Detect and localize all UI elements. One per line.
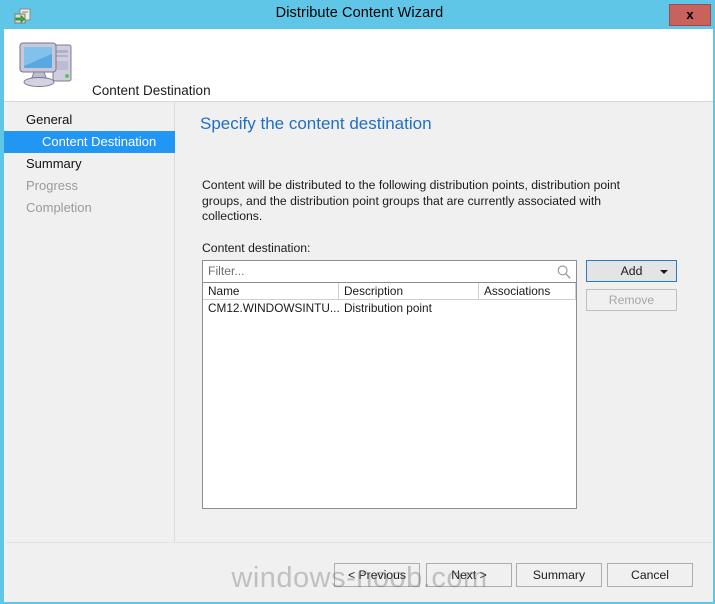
wizard-header: Content Destination — [4, 29, 715, 102]
wizard-footer: < Previous Next > Summary Cancel — [6, 542, 715, 602]
previous-button[interactable]: < Previous — [334, 563, 420, 587]
sidebar-item-general[interactable]: General — [4, 109, 175, 131]
wizard-body: General Content Destination Summary Prog… — [4, 102, 715, 602]
cancel-button[interactable]: Cancel — [607, 563, 693, 587]
sidebar-item-label: General — [4, 112, 72, 127]
next-button[interactable]: Next > — [426, 563, 512, 587]
search-icon — [556, 264, 572, 280]
content-pane: Specify the content destination Content … — [176, 102, 715, 602]
column-header-description[interactable]: Description — [339, 283, 479, 299]
sidebar-item-summary[interactable]: Summary — [4, 153, 175, 175]
window-title: Distribute Content Wizard — [2, 5, 715, 21]
summary-button[interactable]: Summary — [516, 563, 602, 587]
title-bar: Distribute Content Wizard x — [2, 2, 715, 29]
close-button[interactable]: x — [669, 4, 711, 26]
add-button-label: Add — [621, 264, 643, 278]
distribute-content-wizard-window: Distribute Content Wizard x Content Dest… — [0, 0, 715, 604]
sidebar-item-content-destination[interactable]: Content Destination — [4, 131, 175, 153]
content-destination-list[interactable]: Name Description Associations CM12.WINDO… — [202, 283, 577, 509]
table-row[interactable]: CM12.WINDOWSINTU... Distribution point — [203, 300, 576, 317]
chevron-down-icon — [660, 270, 668, 274]
cell-associations — [479, 300, 576, 317]
sidebar-item-progress: Progress — [4, 175, 175, 197]
table-body: CM12.WINDOWSINTU... Distribution point — [203, 300, 576, 317]
sidebar-item-label: Completion — [4, 200, 92, 215]
filter-input[interactable]: Filter... — [202, 260, 577, 283]
page-description: Content will be distributed to the follo… — [202, 178, 648, 225]
sidebar-item-completion: Completion — [4, 197, 175, 219]
sidebar-item-label: Content Destination — [4, 134, 156, 149]
wizard-steps-nav: General Content Destination Summary Prog… — [4, 102, 175, 602]
computer-icon — [16, 37, 78, 93]
content-destination-label: Content destination: — [202, 241, 310, 255]
table-header-row: Name Description Associations — [203, 283, 576, 300]
sidebar-item-label: Summary — [4, 156, 82, 171]
header-title: Content Destination — [92, 83, 211, 98]
cell-name: CM12.WINDOWSINTU... — [203, 300, 339, 317]
cell-description: Distribution point — [339, 300, 479, 317]
remove-button: Remove — [586, 289, 677, 311]
page-title: Specify the content destination — [200, 114, 432, 134]
sidebar-item-label: Progress — [4, 178, 78, 193]
add-button[interactable]: Add — [586, 260, 677, 282]
filter-placeholder: Filter... — [208, 264, 245, 278]
column-header-name[interactable]: Name — [203, 283, 339, 299]
column-header-associations[interactable]: Associations — [479, 283, 576, 299]
